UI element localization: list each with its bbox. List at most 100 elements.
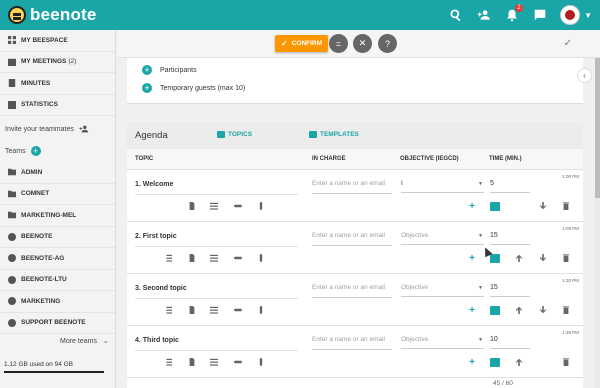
link-icon[interactable] bbox=[233, 305, 243, 315]
add-subtopic-icon[interactable]: + bbox=[467, 305, 477, 316]
add-task-icon[interactable] bbox=[490, 201, 500, 211]
time-input[interactable]: 15 bbox=[490, 232, 530, 245]
time-input[interactable]: 5 bbox=[490, 180, 530, 193]
objective-select[interactable]: I ▼ bbox=[401, 180, 484, 193]
time-input[interactable]: 15 bbox=[490, 284, 530, 297]
list-icon[interactable] bbox=[209, 305, 219, 315]
add-task-icon[interactable] bbox=[490, 253, 500, 263]
indent-icon[interactable] bbox=[163, 357, 173, 367]
in-charge-input[interactable]: Enter a name or an email bbox=[312, 180, 392, 194]
invite-teammates[interactable]: Invite your teammates bbox=[0, 118, 115, 140]
sidebar-item-minutes[interactable]: MINUTES bbox=[0, 73, 115, 95]
attach-file-icon[interactable] bbox=[187, 305, 197, 315]
storage-bar bbox=[4, 371, 104, 373]
attach-file-icon[interactable] bbox=[187, 357, 197, 367]
add-subtopic-icon[interactable]: + bbox=[467, 201, 477, 212]
attach-file-icon[interactable] bbox=[187, 253, 197, 263]
move-down-icon[interactable] bbox=[538, 253, 548, 263]
topic-title[interactable]: 2. First topic bbox=[135, 233, 177, 240]
link-icon[interactable] bbox=[233, 253, 243, 263]
start-time: 1:35 PM bbox=[562, 330, 579, 335]
delete-icon[interactable] bbox=[561, 253, 571, 263]
add-team-button[interactable]: + bbox=[30, 146, 41, 156]
check-icon[interactable]: ✓ bbox=[564, 38, 572, 49]
team-item-beenote-ag[interactable]: BEENOTE-AG bbox=[0, 248, 115, 270]
close-icon[interactable]: ✕ bbox=[353, 34, 372, 53]
sidebar-item-my-meetings[interactable]: MY MEETINGS (2) bbox=[0, 52, 115, 73]
topic-actions: + bbox=[127, 253, 583, 267]
tab-templates[interactable]: TEMPLATES bbox=[309, 131, 359, 138]
move-up-icon[interactable] bbox=[514, 357, 524, 367]
team-item-marketing-mel[interactable]: MARKETING-MEL bbox=[0, 205, 115, 227]
in-charge-input[interactable]: Enter a name or an email bbox=[312, 232, 392, 246]
add-task-icon[interactable] bbox=[490, 357, 500, 367]
in-charge-input[interactable]: Enter a name or an email bbox=[312, 336, 392, 350]
paperclip-icon[interactable] bbox=[256, 305, 266, 315]
team-label: BEENOTE-LTU bbox=[21, 276, 67, 284]
sidebar-item-statistics[interactable]: STATISTICS bbox=[0, 95, 115, 116]
in-charge-input[interactable]: Enter a name or an email bbox=[312, 284, 392, 298]
scrollbar-thumb[interactable] bbox=[595, 58, 600, 198]
move-up-icon[interactable] bbox=[514, 305, 524, 315]
list-icon[interactable] bbox=[209, 253, 219, 263]
objective-value: Objective bbox=[401, 232, 429, 239]
add-task-icon[interactable] bbox=[490, 305, 500, 315]
delete-icon[interactable] bbox=[561, 357, 571, 367]
move-down-icon[interactable] bbox=[538, 305, 548, 315]
delete-icon[interactable] bbox=[561, 305, 571, 315]
participants-row[interactable]: + Participants bbox=[127, 61, 583, 79]
divider bbox=[135, 246, 298, 247]
paperclip-icon[interactable] bbox=[256, 253, 266, 263]
team-item-beenote[interactable]: BEENOTE bbox=[0, 227, 115, 248]
move-down-icon[interactable] bbox=[538, 201, 548, 211]
agenda-card: Agenda TOPICS TEMPLATES TOPIC IN CHARGE … bbox=[127, 122, 583, 388]
attach-file-icon[interactable] bbox=[187, 201, 197, 211]
link-icon[interactable] bbox=[233, 357, 243, 367]
team-item-support-beenote[interactable]: SUPPORT BEENOTE bbox=[0, 313, 115, 334]
indent-icon[interactable] bbox=[163, 253, 173, 263]
topic-title[interactable]: 1. Welcome bbox=[135, 181, 173, 188]
avatar[interactable] bbox=[560, 5, 581, 25]
delete-icon[interactable] bbox=[561, 201, 571, 211]
more-teams-button[interactable]: More teams ⌄ bbox=[60, 337, 109, 345]
add-guest-icon[interactable]: + bbox=[142, 83, 152, 93]
paperclip-icon[interactable] bbox=[256, 201, 266, 211]
confirm-button[interactable]: ✓ CONFIRM bbox=[275, 35, 329, 52]
objective-select[interactable]: Objective ▼ bbox=[401, 336, 484, 349]
app-logo[interactable]: beenote bbox=[8, 5, 97, 25]
topic-title[interactable]: 4. Third topic bbox=[135, 337, 179, 344]
topic-title[interactable]: 3. Second topic bbox=[135, 285, 187, 292]
help-icon[interactable]: ? bbox=[378, 34, 397, 53]
agenda-title: Agenda bbox=[135, 130, 168, 141]
add-user-icon[interactable] bbox=[476, 7, 492, 23]
add-subtopic-icon[interactable]: + bbox=[467, 357, 477, 368]
col-time: TIME (MIN.) bbox=[489, 156, 522, 162]
objective-select[interactable]: Objective ▼ bbox=[401, 284, 484, 297]
chevron-left-icon[interactable]: ‹ bbox=[577, 68, 592, 83]
time-input[interactable]: 10 bbox=[490, 336, 530, 349]
team-item-admin[interactable]: ADMIN bbox=[0, 162, 115, 184]
add-participant-icon[interactable]: + bbox=[142, 65, 152, 75]
chat-icon[interactable] bbox=[532, 7, 548, 23]
search-icon[interactable] bbox=[448, 7, 464, 23]
team-item-beenote-ltu[interactable]: BEENOTE-LTU bbox=[0, 270, 115, 291]
bell-icon[interactable]: 2 bbox=[504, 4, 524, 23]
start-time: 1:05 PM bbox=[562, 226, 579, 231]
indent-icon[interactable] bbox=[163, 305, 173, 315]
objective-select[interactable]: Objective ▼ bbox=[401, 232, 484, 245]
chevron-down-icon[interactable]: ▼ bbox=[584, 11, 592, 20]
paperclip-icon[interactable] bbox=[256, 357, 266, 367]
list-icon[interactable] bbox=[209, 357, 219, 367]
team-item-marketing[interactable]: MARKETING bbox=[0, 291, 115, 313]
guests-row[interactable]: + Temporary guests (max 10) bbox=[127, 79, 583, 97]
scrollbar[interactable] bbox=[595, 58, 600, 388]
link-icon[interactable] bbox=[233, 201, 243, 211]
move-up-icon[interactable] bbox=[514, 253, 524, 263]
menu-icon[interactable]: = bbox=[329, 34, 348, 53]
dropdown-arrow-icon: ▼ bbox=[478, 337, 483, 343]
sidebar-item-my-beespace[interactable]: MY BEESPACE bbox=[0, 30, 115, 52]
tab-topics[interactable]: TOPICS bbox=[217, 131, 252, 138]
add-subtopic-icon[interactable]: + bbox=[467, 253, 477, 264]
team-item-comnet[interactable]: COMNET bbox=[0, 184, 115, 205]
list-icon[interactable] bbox=[209, 201, 219, 211]
